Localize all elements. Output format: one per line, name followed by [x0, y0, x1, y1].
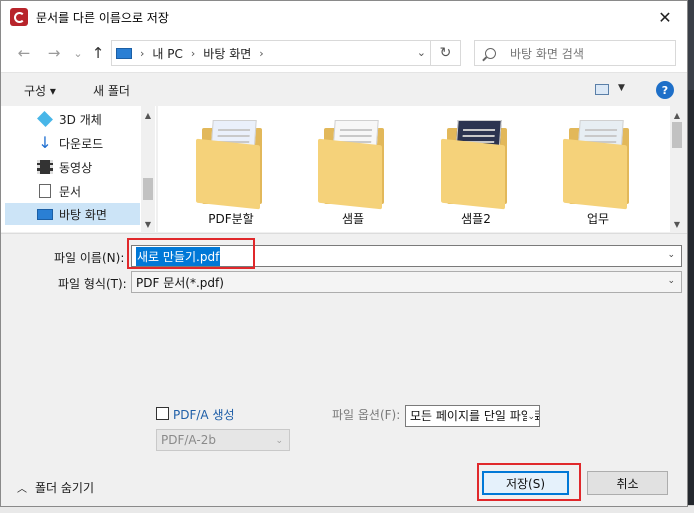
sidebar-item-documents[interactable]: 문서 [37, 180, 81, 202]
folder-front-icon [196, 138, 260, 210]
folder-item[interactable]: PDF분할 [176, 120, 266, 230]
chevron-up-icon: ︿ [17, 484, 27, 495]
chevron-down-icon[interactable]: ⌄ [527, 407, 535, 426]
sidebar-item-label: 문서 [59, 184, 82, 199]
folder-front-icon [441, 138, 505, 210]
save-as-dialog: 문서를 다른 이름으로 저장 ✕ ← → ⌄ ↑ › 내 PC › 바탕 화면 … [0, 0, 688, 507]
hide-folders-label: 폴더 숨기기 [35, 481, 95, 495]
folder-front-icon [563, 138, 627, 210]
hide-folders-button[interactable]: ︿ 폴더 숨기기 [17, 479, 94, 496]
scroll-up-icon[interactable]: ▲ [670, 108, 684, 122]
folder-item[interactable]: 샘플 [298, 120, 388, 230]
sidebar-item-3d-objects[interactable]: 3D 개체 [37, 108, 102, 130]
scrollbar-thumb[interactable] [143, 178, 153, 200]
view-options-icon[interactable] [595, 84, 609, 95]
new-folder-button[interactable]: 새 폴더 [93, 82, 130, 99]
breadcrumb-separator: › [259, 46, 264, 60]
scrollbar-thumb[interactable] [672, 122, 682, 148]
pdfa-version-select: PDF/A-2b ⌄ [156, 429, 290, 451]
chevron-down-icon[interactable]: ⌄ [667, 276, 675, 286]
folder-item[interactable]: 업무 [543, 120, 633, 230]
help-icon[interactable]: ? [656, 81, 674, 99]
highlight-annotation [127, 238, 255, 269]
sidebar-item-label: 바탕 화면 [59, 207, 107, 222]
forward-button[interactable]: → [43, 43, 65, 63]
navigation-bar: ← → ⌄ ↑ › 내 PC › 바탕 화면 › ⌄ ↻ 바탕 화면 검색 [1, 33, 687, 73]
organize-menu[interactable]: 구성 ▾ [24, 82, 56, 99]
chevron-down-icon[interactable]: ⌄ [667, 250, 675, 260]
sidebar-item-desktop[interactable]: 바탕 화면 [37, 203, 107, 225]
address-bar[interactable]: › 내 PC › 바탕 화면 › ⌄ ↻ [111, 40, 461, 66]
file-options-label: 파일 옵션(F): [332, 408, 401, 422]
folder-name: 샘플 [341, 212, 365, 226]
highlight-annotation [477, 463, 581, 501]
filetype-value: PDF 문서(*.pdf) [136, 275, 224, 290]
scroll-down-icon[interactable]: ▼ [141, 217, 155, 231]
navigation-scrollbar[interactable]: ▲ ▼ [141, 106, 155, 232]
back-button[interactable]: ← [13, 43, 35, 63]
recent-locations-button[interactable]: ⌄ [67, 43, 89, 63]
title-bar: 문서를 다른 이름으로 저장 ✕ [1, 1, 687, 33]
breadcrumb-separator: › [190, 46, 196, 60]
view-dropdown-icon[interactable]: ▼ [618, 83, 625, 93]
refresh-button[interactable]: ↻ [430, 41, 460, 65]
filename-label: 파일 이름(N): [54, 251, 125, 265]
file-list-scrollbar[interactable]: ▲ ▼ [670, 106, 684, 232]
navigation-pane: 3D 개체 ↓ 다운로드 동영상 문서 바탕 화면 ▲ ▼ [1, 106, 156, 232]
folder-name: 업무 [586, 212, 610, 226]
cancel-button[interactable]: 취소 [587, 471, 668, 495]
divider [1, 233, 687, 234]
file-options-select[interactable]: 모든 페이지를 단일 파일로 ⌄ [405, 405, 540, 427]
search-icon [485, 47, 496, 59]
this-pc-icon [116, 47, 132, 59]
pdfa-checkbox[interactable] [156, 407, 169, 420]
sidebar-item-downloads[interactable]: ↓ 다운로드 [37, 132, 103, 154]
filetype-select[interactable]: PDF 문서(*.pdf) ⌄ [131, 271, 682, 293]
up-button[interactable]: ↑ [87, 43, 109, 63]
folder-name: PDF분할 [208, 212, 254, 226]
video-icon [37, 160, 53, 174]
app-logo-icon [10, 8, 28, 26]
scroll-up-icon[interactable]: ▲ [141, 108, 155, 122]
folder-item[interactable]: 샘플2 [421, 120, 511, 230]
window-title: 문서를 다른 이름으로 저장 [36, 10, 169, 25]
search-placeholder: 바탕 화면 검색 [510, 46, 584, 61]
sidebar-item-label: 3D 개체 [59, 112, 102, 127]
breadcrumb-separator: › [140, 46, 145, 60]
address-dropdown-icon[interactable]: ⌄ [417, 46, 426, 59]
search-box[interactable]: 바탕 화면 검색 [474, 40, 676, 66]
pdfa-label[interactable]: PDF/A 생성 [173, 406, 235, 423]
file-options-value: 모든 페이지를 단일 파일로 [410, 409, 540, 423]
filetype-label: 파일 형식(T): [58, 277, 127, 291]
chevron-down-icon: ⌄ [275, 436, 283, 446]
file-list-pane: PDF분할 샘플 샘플2 업무 [158, 106, 670, 232]
download-icon: ↓ [38, 133, 52, 152]
breadcrumb-this-pc[interactable]: 내 PC [152, 45, 182, 62]
pdfa-version-value: PDF/A-2b [161, 433, 216, 447]
desktop-icon [37, 208, 53, 220]
close-button[interactable]: ✕ [643, 1, 687, 33]
command-toolbar: 구성 ▾ 새 폴더 ▼ ? [1, 74, 687, 106]
3d-objects-icon [37, 111, 53, 127]
scroll-down-icon[interactable]: ▼ [670, 217, 684, 231]
sidebar-item-label: 다운로드 [59, 136, 104, 151]
background-scrollbar [688, 90, 694, 510]
folder-name: 샘플2 [461, 212, 491, 226]
sidebar-item-videos[interactable]: 동영상 [37, 156, 92, 178]
document-icon [39, 184, 51, 198]
folder-front-icon [318, 138, 382, 210]
breadcrumb-desktop[interactable]: 바탕 화면 [203, 45, 251, 62]
sidebar-item-label: 동영상 [59, 160, 93, 175]
